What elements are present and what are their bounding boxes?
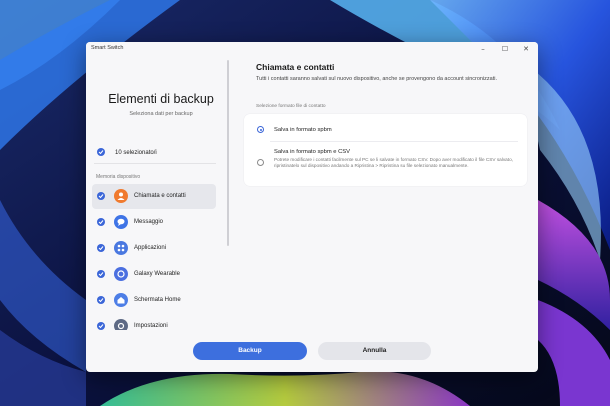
- category-item-settings[interactable]: Impostazioni: [92, 314, 216, 330]
- section-title: Chiamata e contatti: [256, 62, 335, 72]
- spbm-option-label[interactable]: Salva in formato spbm: [274, 127, 332, 133]
- window-title: Smart Switch: [91, 45, 124, 51]
- category-checkbox[interactable]: [97, 244, 105, 252]
- spbm-csv-option-description: Potrete modificare i contatti facilmente…: [274, 157, 513, 168]
- minimize-button[interactable]: –: [473, 43, 493, 55]
- spbm-csv-radio[interactable]: [257, 159, 264, 166]
- category-label: Schermata Home: [134, 297, 181, 303]
- category-item-home-screen[interactable]: Schermata Home: [92, 288, 216, 313]
- selected-count: 10 selezionato/i: [115, 150, 157, 156]
- section-description: Tutti i contatti saranno salvati sul nuo…: [256, 76, 498, 82]
- contacts-icon: [114, 189, 128, 203]
- category-item-galaxy-wearable[interactable]: Galaxy Wearable: [92, 262, 216, 287]
- check-icon: [98, 220, 104, 225]
- cancel-button[interactable]: Annulla: [318, 342, 431, 360]
- spbm-csv-option-label[interactable]: Salva in formato spbm e CSV: [274, 149, 350, 155]
- page-title: Elementi di backup: [108, 92, 214, 106]
- backup-button[interactable]: Backup: [193, 342, 307, 360]
- message-icon: [114, 215, 128, 229]
- check-icon: [98, 246, 104, 251]
- option-divider: [270, 141, 518, 142]
- wearable-icon: [114, 267, 128, 281]
- category-label: Galaxy Wearable: [134, 271, 180, 277]
- category-label: Impostazioni: [134, 323, 168, 329]
- home-icon: [114, 293, 128, 307]
- check-icon: [98, 298, 104, 303]
- left-panel-scrollbar[interactable]: [227, 60, 229, 246]
- format-label: Selezione formato file di contatto: [256, 104, 326, 109]
- category-label: Chiamata e contatti: [134, 193, 186, 199]
- category-checkbox[interactable]: [97, 322, 105, 330]
- spbm-radio[interactable]: [257, 126, 264, 133]
- category-item-messages[interactable]: Messaggio: [92, 210, 216, 235]
- maximize-button[interactable]: ☐: [495, 43, 515, 55]
- apps-icon: [114, 241, 128, 255]
- section-label: Memoria dispositivo: [96, 174, 141, 180]
- divider: [94, 163, 216, 164]
- title-bar[interactable]: Smart Switch – ☐ ✕: [86, 42, 538, 56]
- category-checkbox[interactable]: [97, 270, 105, 278]
- check-icon: [98, 150, 104, 155]
- category-checkbox[interactable]: [97, 192, 105, 200]
- category-label: Messaggio: [134, 219, 164, 225]
- category-checkbox[interactable]: [97, 296, 105, 304]
- category-item-calls-contacts[interactable]: Chiamata e contatti: [92, 184, 216, 209]
- category-label: Applicazioni: [134, 245, 167, 251]
- format-options-card: Salva in formato spbm Salva in formato s…: [244, 114, 527, 186]
- page-subtitle: Seleziona dati per backup: [129, 111, 193, 117]
- check-icon: [98, 272, 104, 277]
- close-button[interactable]: ✕: [516, 43, 536, 55]
- select-all-checkbox[interactable]: [97, 148, 105, 156]
- check-icon: [98, 324, 104, 329]
- smart-switch-window: Smart Switch – ☐ ✕ Elementi di backup Se…: [86, 42, 538, 372]
- check-icon: [98, 194, 104, 199]
- category-checkbox[interactable]: [97, 218, 105, 226]
- category-item-apps[interactable]: Applicazioni: [92, 236, 216, 261]
- settings-icon: [114, 319, 128, 330]
